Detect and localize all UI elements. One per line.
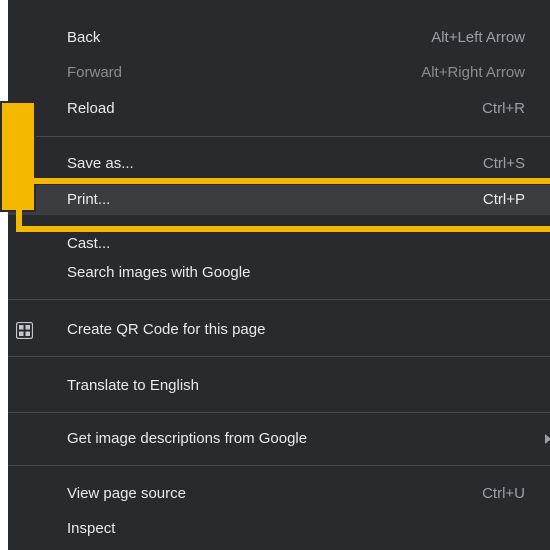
highlight-marker [0,101,36,212]
menu-item-label: Forward [67,64,123,81]
menu-item-label: Search images with Google [67,264,251,281]
menu-separator [8,136,550,137]
menu-item-label: Reload [67,100,115,117]
menu-item-label: Back [67,29,101,46]
qr-code-icon [16,322,33,339]
menu-item-search-images[interactable]: Search images with Google [8,258,550,288]
menu-item-back[interactable]: Back Alt+Left Arrow [8,23,550,53]
menu-item-label: Cast... [67,235,111,252]
menu-item-label: Translate to English [67,377,200,394]
menu-item-shortcut: Alt+Left Arrow [431,29,525,46]
menu-item-label: Create QR Code for this page [67,321,266,338]
menu-item-label: View page source [67,485,186,502]
screenshot-stage: Back Alt+Left Arrow Forward Alt+Right Ar… [0,0,550,550]
menu-item-shortcut: Alt+Right Arrow [421,64,525,81]
menu-item-view-page-source[interactable]: View page source Ctrl+U [8,479,550,509]
menu-item-label: Save as... [67,155,134,172]
menu-separator [8,356,550,357]
menu-item-forward: Forward Alt+Right Arrow [8,58,550,88]
menu-item-inspect[interactable]: Inspect [8,514,550,544]
menu-item-label: Get image descriptions from Google [67,430,308,447]
menu-item-cast[interactable]: Cast... [8,229,550,259]
menu-item-shortcut: Ctrl+U [482,485,525,502]
menu-separator [8,465,550,466]
menu-item-image-descriptions[interactable]: Get image descriptions from Google [8,424,550,454]
menu-item-save-as[interactable]: Save as... Ctrl+S [8,149,550,179]
menu-item-label: Inspect [67,520,116,537]
chevron-right-icon [545,434,550,444]
menu-item-create-qr-code[interactable]: Create QR Code for this page [8,315,550,345]
menu-item-print[interactable]: Print... Ctrl+P [8,185,550,215]
menu-item-reload[interactable]: Reload Ctrl+R [8,94,550,124]
menu-item-shortcut: Ctrl+S [482,155,525,172]
menu-item-shortcut: Ctrl+R [482,100,525,117]
menu-item-translate[interactable]: Translate to English [8,371,550,401]
menu-separator [8,299,550,300]
menu-item-shortcut: Ctrl+P [482,191,525,208]
context-menu: Back Alt+Left Arrow Forward Alt+Right Ar… [8,0,550,550]
menu-item-label: Print... [67,191,111,208]
menu-separator [8,412,550,413]
